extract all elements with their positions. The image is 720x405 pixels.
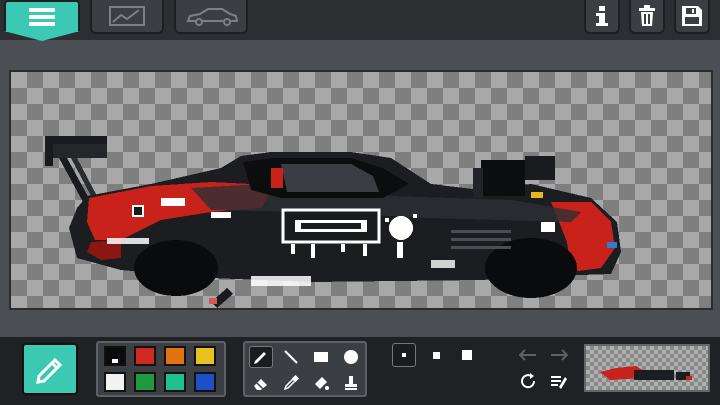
- brush-size-panel: [388, 341, 488, 397]
- brush-size-medium[interactable]: [424, 343, 448, 367]
- redo-arrow-icon: [551, 349, 569, 361]
- tool-panel: [243, 341, 367, 397]
- circle-icon: [344, 350, 358, 364]
- swatch-white[interactable]: [104, 372, 126, 392]
- eraser-icon: [254, 379, 267, 390]
- bucket-fill-icon: [315, 377, 329, 390]
- tool-line[interactable]: [279, 346, 303, 368]
- tool-stamp[interactable]: [339, 372, 363, 394]
- car-silhouette-icon: [186, 8, 239, 26]
- tool-fill[interactable]: [309, 372, 333, 394]
- stamp-icon: [345, 376, 357, 390]
- swatch-teal[interactable]: [164, 372, 186, 392]
- save-floppy-icon: [682, 6, 702, 26]
- trash-icon: [639, 5, 655, 26]
- swatch-orange[interactable]: [164, 346, 186, 366]
- tab-image[interactable]: [90, 0, 164, 34]
- undo-button[interactable]: [516, 344, 540, 366]
- color-palette: [96, 341, 226, 397]
- pencil-icon: [254, 352, 266, 364]
- brush-size-small[interactable]: [392, 343, 416, 367]
- tool-circle[interactable]: [339, 346, 363, 368]
- draw-mode-button[interactable]: [22, 343, 78, 395]
- pixel-car-drawing: [45, 136, 621, 308]
- rotate-button[interactable]: [516, 370, 540, 392]
- brush-size-large[interactable]: [455, 343, 479, 367]
- tool-eraser[interactable]: [249, 372, 273, 394]
- info-button[interactable]: [584, 0, 620, 34]
- swatch-yellow[interactable]: [194, 346, 216, 366]
- menu-button[interactable]: [4, 0, 80, 41]
- line-icon: [284, 350, 298, 364]
- swatch-green[interactable]: [134, 372, 156, 392]
- rotate-icon: [521, 373, 536, 389]
- tab-car[interactable]: [174, 0, 248, 34]
- preview-car: [600, 366, 692, 380]
- canvas-frame: [9, 70, 713, 310]
- save-button[interactable]: [674, 0, 710, 34]
- drawing-canvas[interactable]: [11, 72, 711, 308]
- pencil-icon: [36, 357, 63, 384]
- tool-eyedropper[interactable]: [279, 372, 303, 394]
- eyedropper-icon: [283, 374, 300, 391]
- swatch-blue[interactable]: [194, 372, 216, 392]
- info-icon: [596, 6, 608, 26]
- rectangle-icon: [314, 352, 328, 362]
- tool-pencil[interactable]: [249, 346, 273, 368]
- swatch-red[interactable]: [134, 346, 156, 366]
- swatch-black[interactable]: [104, 346, 126, 366]
- delete-button[interactable]: [629, 0, 665, 34]
- clear-layer-icon: [551, 376, 567, 389]
- redo-button[interactable]: [547, 344, 571, 366]
- undo-arrow-icon: [518, 349, 536, 361]
- image-canvas-icon: [109, 6, 145, 26]
- tool-rectangle[interactable]: [309, 346, 333, 368]
- clear-layer-button[interactable]: [547, 370, 571, 392]
- canvas-preview-thumbnail[interactable]: [584, 344, 710, 392]
